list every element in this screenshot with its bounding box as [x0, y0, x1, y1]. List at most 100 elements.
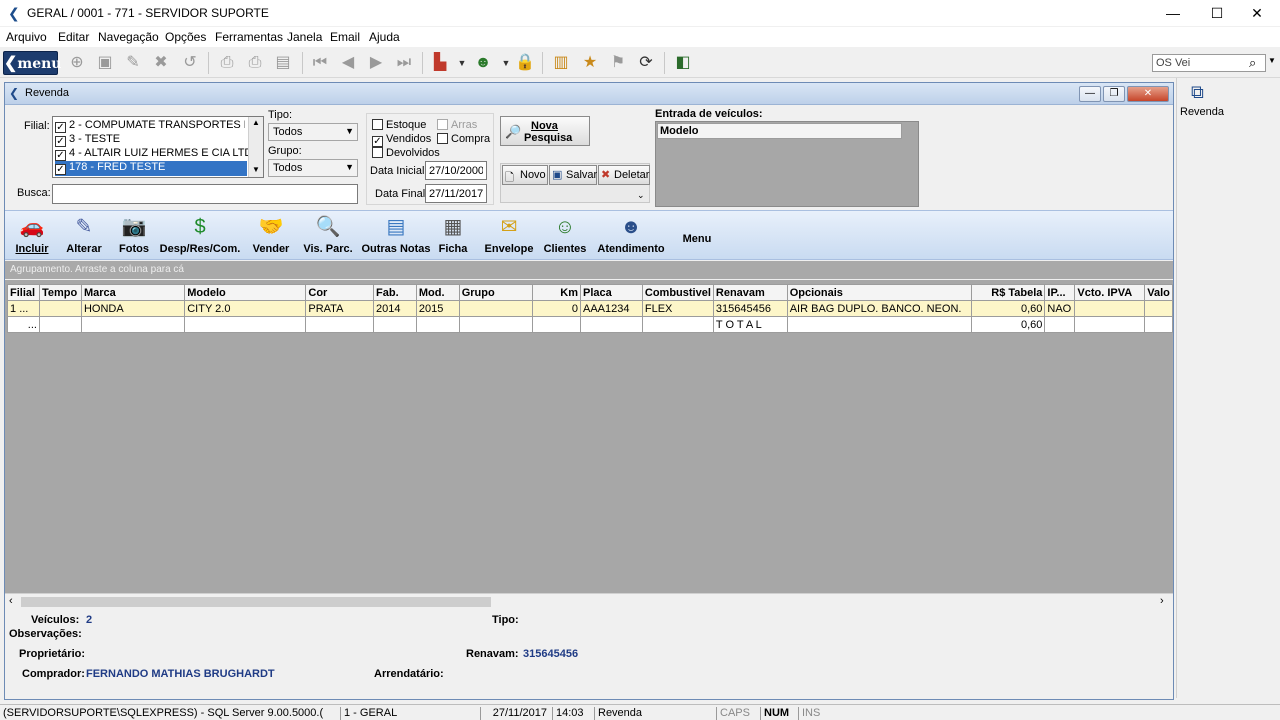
deletar-button[interactable]: ✖ Deletar [598, 165, 650, 185]
cell-km[interactable]: 0 [532, 300, 581, 317]
vehicle-grid[interactable]: Filial Tempo Marca Modelo Cor Fab. Mod. … [5, 280, 1173, 598]
column-header[interactable]: Marca [80, 284, 186, 301]
chevron-up-icon[interactable]: ▲ [252, 118, 260, 127]
right-panel-label[interactable]: Revenda [1180, 106, 1224, 118]
close-button[interactable]: ✕ [1234, 0, 1280, 26]
alterar-button[interactable]: ✎ Alterar [65, 215, 103, 255]
column-header[interactable]: Valo [1144, 284, 1173, 301]
scrollbar-thumb[interactable] [21, 597, 491, 607]
list-item[interactable]: ✓2 - COMPUMATE TRANSPORTES LTDA [55, 119, 245, 133]
cell-tempo[interactable] [38, 300, 82, 317]
minimize-button[interactable]: — [1150, 0, 1196, 26]
flag-icon[interactable]: ⚑ [608, 53, 628, 73]
main-menu-button[interactable]: ❮menu [3, 51, 61, 75]
new-doc-icon[interactable]: ⊕ [67, 53, 87, 73]
menu-arquivo[interactable]: Arquivo [6, 30, 47, 44]
column-header[interactable]: Fab. [373, 284, 417, 301]
nova-pesquisa-button[interactable]: 🔎 Nova Pesquisa [500, 116, 590, 146]
fotos-button[interactable]: 📷 Fotos [117, 215, 151, 255]
list-scrollbar[interactable]: ▲ ▼ [248, 117, 263, 177]
cell-rs-tabela[interactable]: 0,60 [970, 300, 1046, 317]
atendimento-button[interactable]: ☻ Atendimento [597, 215, 665, 255]
chevron-down-icon[interactable]: ▼ [252, 165, 260, 174]
data-inicial-input[interactable] [425, 161, 487, 180]
column-header[interactable]: Placa [580, 284, 643, 301]
data-final-input[interactable] [425, 184, 487, 203]
column-header[interactable]: IP... [1044, 284, 1076, 301]
outras-notas-button[interactable]: ▤ Outras Notas [359, 215, 433, 255]
lock-icon[interactable]: 🔒 [515, 53, 535, 73]
horizontal-scrollbar[interactable]: ‹ › [5, 593, 1173, 609]
filial-list[interactable]: ✓2 - COMPUMATE TRANSPORTES LTDA ✓3 - TES… [52, 116, 264, 178]
column-header[interactable]: Grupo [458, 284, 534, 301]
menu-opcoes[interactable]: Opções [165, 30, 206, 44]
users-icon[interactable]: ☻ [473, 53, 493, 73]
exit-door-icon[interactable]: ◧ [673, 53, 693, 73]
novo-button[interactable]: 🗋 Novo [502, 165, 548, 185]
menu-ajuda[interactable]: Ajuda [369, 30, 400, 44]
tipo-select[interactable]: Todos ▼ [268, 123, 358, 141]
arras-checkbox[interactable]: Arras [437, 119, 477, 131]
menu-ferramentas[interactable]: Ferramentas [215, 30, 283, 44]
save-icon[interactable]: ▣ [95, 53, 115, 73]
checkbox[interactable]: ✓ [55, 150, 66, 161]
next-record-icon[interactable]: ▶ [366, 53, 386, 73]
cell-filial[interactable]: 1 ... [7, 300, 40, 317]
print-icon[interactable]: ⎙ [245, 53, 265, 73]
column-header[interactable]: Mod. [415, 284, 460, 301]
refresh-icon[interactable]: ⟳ [636, 53, 656, 73]
column-header[interactable]: Filial [7, 284, 40, 301]
print-preview-icon[interactable]: ⎙ [217, 53, 237, 73]
column-header[interactable]: Modelo [184, 284, 307, 301]
column-header[interactable]: Combustivel [641, 284, 714, 301]
cell-ipva[interactable]: NAO [1044, 300, 1076, 317]
column-header[interactable]: Opcionais [786, 284, 972, 301]
list-item-selected[interactable]: ✓ 178 - FRED TESTE [55, 161, 247, 176]
desp-res-com-button[interactable]: $ Desp/Res/Com. [157, 215, 243, 255]
cell-grupo[interactable] [458, 300, 534, 317]
column-header[interactable]: Km [532, 284, 581, 301]
table-row[interactable]: 1 ... HONDA CITY 2.0 PRATA 2014 2015 0 A… [7, 300, 1173, 317]
column-header[interactable]: Renavam [712, 284, 788, 301]
prev-record-icon[interactable]: ◀ [338, 53, 358, 73]
factory-icon[interactable]: ▙ [430, 53, 450, 73]
list-item[interactable]: ✓ 4 - ALTAIR LUIZ HERMES E CIA LTDA [55, 147, 260, 161]
windows-icon[interactable]: ⧉ [1191, 82, 1204, 103]
menu-janela[interactable]: Janela [287, 30, 322, 44]
undo-icon[interactable]: ↺ [180, 53, 200, 73]
busca-input[interactable] [52, 184, 358, 204]
cell-mod[interactable]: 2015 [415, 300, 460, 317]
cell-placa[interactable]: AAA1234 [580, 300, 643, 317]
edit-icon[interactable]: ✎ [123, 53, 143, 73]
chevron-down-icon[interactable]: ▼ [1268, 56, 1276, 65]
menu-email[interactable]: Email [330, 30, 360, 44]
search-icon[interactable]: ⌕ [1249, 55, 1256, 71]
menu-action-button[interactable]: Menu [679, 229, 715, 245]
list-item[interactable]: ✓ 3 - TESTE [55, 133, 245, 147]
cell-fab[interactable]: 2014 [373, 300, 417, 317]
envelope-button[interactable]: ✉ Envelope [481, 215, 537, 255]
cell-modelo[interactable]: CITY 2.0 [184, 300, 307, 317]
checkbox[interactable]: ✓ [55, 136, 66, 147]
cell-renavam[interactable]: 315645456 [712, 300, 788, 317]
ficha-button[interactable]: ▦ Ficha [437, 215, 469, 255]
first-record-icon[interactable]: ⏮ [310, 53, 330, 73]
column-header[interactable]: R$ Tabela [970, 284, 1046, 301]
checkbox[interactable]: ✓ [55, 122, 66, 133]
chevron-right-icon[interactable]: › [1160, 595, 1164, 607]
child-close-button[interactable]: ✕ [1127, 86, 1169, 102]
cancel-icon[interactable]: ✖ [151, 53, 171, 73]
grupo-select[interactable]: Todos ▼ [268, 159, 358, 177]
cell-opcionais[interactable]: AIR BAG DUPLO. BANCO. NEON. [786, 300, 972, 317]
last-record-icon[interactable]: ⏭ [394, 53, 414, 73]
chevron-left-icon[interactable]: ‹ [9, 595, 13, 607]
entrada-column-header[interactable]: Modelo [657, 123, 902, 139]
chevron-down-icon[interactable]: ⌄ [637, 190, 645, 201]
cell-vcto-ipva[interactable] [1074, 300, 1146, 317]
menu-navegacao[interactable]: Navegação [98, 30, 159, 44]
report-icon[interactable]: ▤ [273, 53, 293, 73]
cell-valor[interactable] [1144, 300, 1173, 317]
row-marker[interactable]: ... [7, 316, 40, 333]
entrada-grid[interactable]: Modelo [655, 121, 919, 207]
checkbox[interactable]: ✓ [55, 164, 66, 175]
